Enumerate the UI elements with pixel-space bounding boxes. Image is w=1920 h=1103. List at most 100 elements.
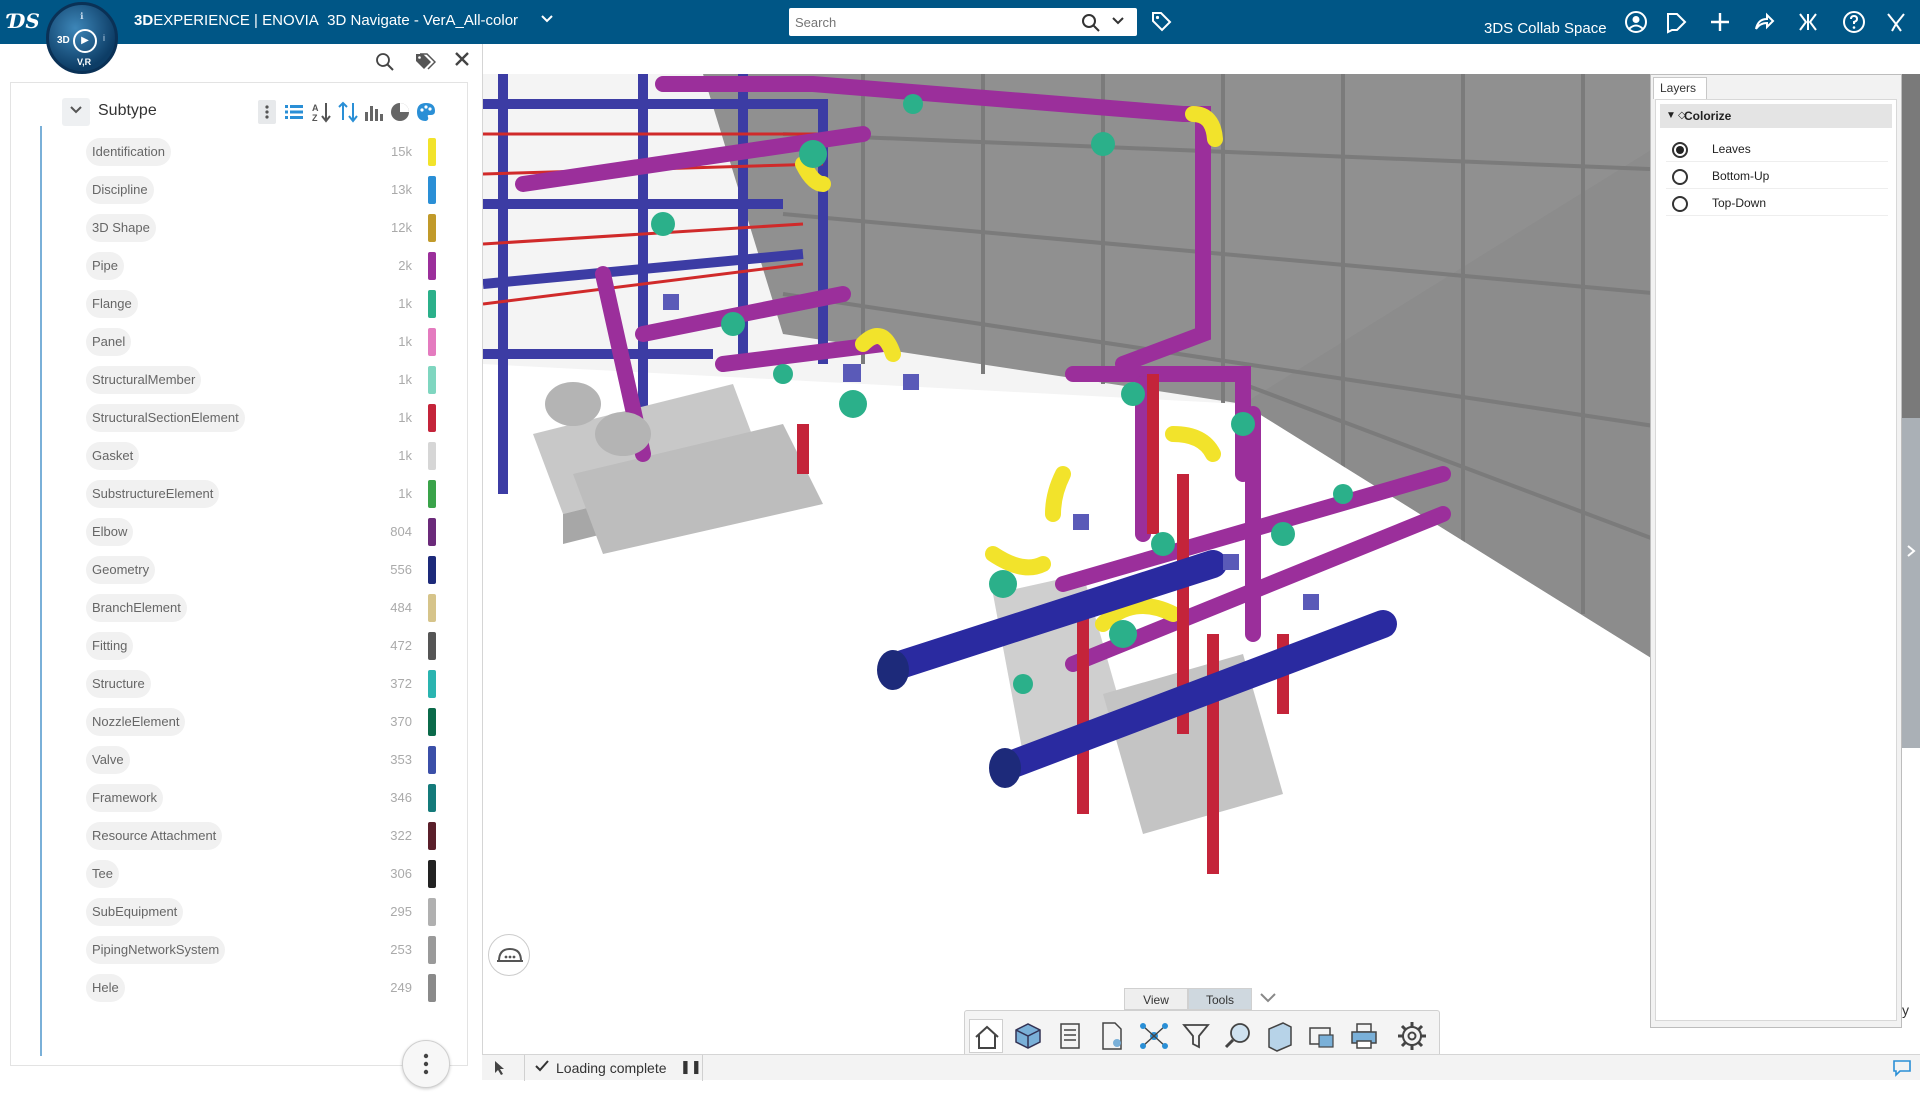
viewer-mini-compass-icon[interactable] xyxy=(488,934,530,976)
panel-close-icon[interactable] xyxy=(452,48,472,76)
help-icon[interactable] xyxy=(1842,10,1866,34)
search-icon[interactable] xyxy=(1081,13,1101,33)
facet-color-swatch[interactable] xyxy=(428,176,436,204)
facet-label[interactable]: 3D Shape xyxy=(86,214,156,242)
facet-color-swatch[interactable] xyxy=(428,936,436,964)
filter-icon[interactable] xyxy=(1179,1019,1213,1053)
facet-color-swatch[interactable] xyxy=(428,708,436,736)
compass-icon[interactable]: ℹ 3D i ▶ V,R xyxy=(46,2,118,74)
right-edge-panel-tab[interactable] xyxy=(1902,418,1920,748)
facet-color-swatch[interactable] xyxy=(428,480,436,508)
facet-row[interactable]: Pipe 2k xyxy=(86,248,436,286)
facet-color-swatch[interactable] xyxy=(428,670,436,698)
facet-label[interactable]: Fitting xyxy=(86,632,134,660)
facet-color-swatch[interactable] xyxy=(428,784,436,812)
facet-label[interactable]: SubstructureElement xyxy=(86,480,220,508)
facet-color-swatch[interactable] xyxy=(428,898,436,926)
facet-color-swatch[interactable] xyxy=(428,822,436,850)
facet-row[interactable]: 3D Shape 12k xyxy=(86,210,436,248)
search-3d-icon[interactable] xyxy=(1221,1019,1255,1053)
facet-label[interactable]: Resource Attachment xyxy=(86,822,223,850)
facet-label[interactable]: Identification xyxy=(86,138,171,166)
facet-label[interactable]: Hele xyxy=(86,974,125,1002)
add-icon[interactable] xyxy=(1708,10,1732,34)
panel-tags-icon[interactable] xyxy=(414,52,437,72)
facet-label[interactable]: SubEquipment xyxy=(86,898,184,926)
colorize-group-header[interactable]: ▼ ◇ Colorize xyxy=(1660,104,1892,128)
facet-row[interactable]: NozzleElement 370 xyxy=(86,704,436,742)
facet-row[interactable]: Framework 346 xyxy=(86,780,436,818)
network-icon[interactable] xyxy=(1137,1019,1171,1053)
panel-search-icon[interactable] xyxy=(375,52,395,72)
facet-color-swatch[interactable] xyxy=(428,632,436,660)
facet-label[interactable]: Structure xyxy=(86,670,151,698)
pie-chart-icon[interactable] xyxy=(388,100,412,124)
facet-label[interactable]: Pipe xyxy=(86,252,125,280)
search-options-chevron-icon[interactable] xyxy=(1111,13,1125,30)
facet-color-swatch[interactable] xyxy=(428,214,436,242)
dassault-logo-icon[interactable]: ƊS xyxy=(6,6,40,36)
facet-row[interactable]: Hele 249 xyxy=(86,970,436,1008)
facet-row[interactable]: Identification 15k xyxy=(86,134,436,172)
facet-label[interactable]: Framework xyxy=(86,784,164,812)
facet-label[interactable]: Flange xyxy=(86,290,138,318)
radio-top-down[interactable] xyxy=(1672,196,1688,212)
facet-row[interactable]: Resource Attachment 322 xyxy=(86,818,436,856)
facet-color-swatch[interactable] xyxy=(428,594,436,622)
more-actions-button[interactable] xyxy=(402,1040,450,1088)
facet-color-swatch[interactable] xyxy=(428,860,436,888)
facet-label[interactable]: Panel xyxy=(86,328,132,356)
home-icon[interactable] xyxy=(969,1019,1003,1053)
facet-color-swatch[interactable] xyxy=(428,252,436,280)
app-title[interactable]: 3DEXPERIENCE | ENOVIA 3D Navigate - VerA… xyxy=(134,12,518,29)
facet-row[interactable]: Geometry 556 xyxy=(86,552,436,590)
subtype-collapse-chevron-icon[interactable] xyxy=(62,98,90,126)
facet-label[interactable]: Elbow xyxy=(86,518,134,546)
facet-label[interactable]: BranchElement xyxy=(86,594,187,622)
facet-label[interactable]: StructuralMember xyxy=(86,366,202,394)
facet-label[interactable]: NozzleElement xyxy=(86,708,186,736)
facet-label[interactable]: Discipline xyxy=(86,176,154,204)
collab-space-label[interactable]: 3DS Collab Space xyxy=(1484,20,1607,37)
print-icon[interactable] xyxy=(1347,1019,1381,1053)
facet-label[interactable]: StructuralSectionElement xyxy=(86,404,245,432)
more-vertical-icon[interactable] xyxy=(258,100,276,124)
facet-color-swatch[interactable] xyxy=(428,518,436,546)
facet-color-swatch[interactable] xyxy=(428,556,436,584)
gear-icon[interactable] xyxy=(1395,1019,1429,1053)
list-icon[interactable] xyxy=(1053,1019,1087,1053)
facet-label[interactable]: Valve xyxy=(86,746,130,774)
tab-tools[interactable]: Tools xyxy=(1188,988,1252,1010)
layers-tab[interactable]: Layers xyxy=(1653,77,1707,99)
radio-row-bottom-up[interactable]: Bottom-Up xyxy=(1666,163,1888,189)
facet-row[interactable]: Fitting 472 xyxy=(86,628,436,666)
facet-color-swatch[interactable] xyxy=(428,328,436,356)
facet-color-swatch[interactable] xyxy=(428,442,436,470)
facet-row[interactable]: SubstructureElement 1k xyxy=(86,476,436,514)
facet-row[interactable]: Elbow 804 xyxy=(86,514,436,552)
facet-row[interactable]: PipingNetworkSystem 253 xyxy=(86,932,436,970)
facet-row[interactable]: Tee 306 xyxy=(86,856,436,894)
compass-play-icon[interactable]: ▶ xyxy=(73,29,97,53)
facet-row[interactable]: Flange 1k xyxy=(86,286,436,324)
list-view-icon[interactable] xyxy=(282,100,306,124)
select-cursor-icon[interactable] xyxy=(492,1059,510,1077)
radio-row-leaves[interactable]: Leaves xyxy=(1666,136,1888,162)
facet-row[interactable]: StructuralMember 1k xyxy=(86,362,436,400)
facet-color-swatch[interactable] xyxy=(428,366,436,394)
pause-icon[interactable]: ❚❚ xyxy=(680,1059,702,1075)
chat-icon[interactable] xyxy=(1892,1059,1912,1077)
search-input[interactable] xyxy=(795,12,1055,32)
user-profile-icon[interactable] xyxy=(1624,10,1648,34)
facet-row[interactable]: StructuralSectionElement 1k xyxy=(86,400,436,438)
facet-row[interactable]: Structure 372 xyxy=(86,666,436,704)
facet-color-swatch[interactable] xyxy=(428,404,436,432)
facet-label[interactable]: Geometry xyxy=(86,556,156,584)
facet-row[interactable]: Gasket 1k xyxy=(86,438,436,476)
facet-row[interactable]: BranchElement 484 xyxy=(86,590,436,628)
share-icon[interactable] xyxy=(1752,10,1776,34)
actionbar-collapse-chevron-icon[interactable] xyxy=(1258,988,1278,1008)
colorize-collapse-icon[interactable]: ▼ xyxy=(1666,104,1676,128)
colorize-palette-icon[interactable] xyxy=(414,100,438,124)
tag-icon[interactable] xyxy=(1150,10,1172,32)
